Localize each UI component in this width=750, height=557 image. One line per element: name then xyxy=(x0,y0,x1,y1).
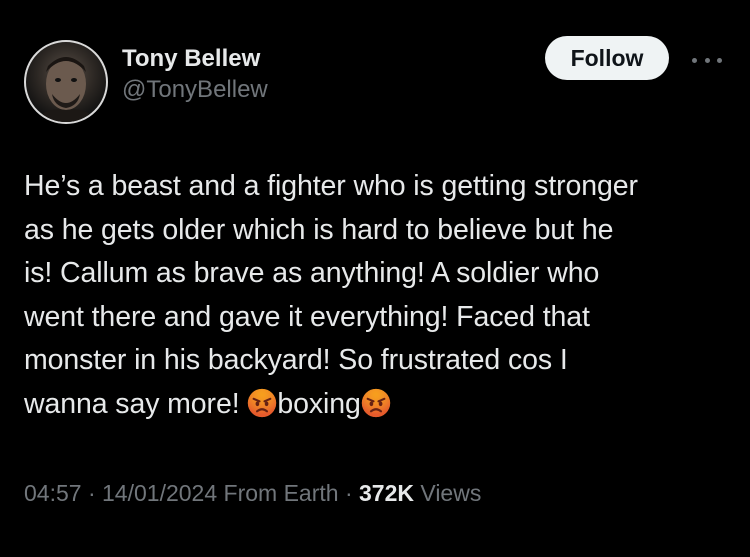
display-name[interactable]: Tony Bellew xyxy=(122,44,268,74)
tweet-date[interactable]: 14/01/2024 xyxy=(102,480,217,506)
tweet-source: From Earth xyxy=(217,480,339,506)
tweet-line: as he gets older which is hard to believ… xyxy=(24,213,614,246)
more-dot xyxy=(692,57,697,63)
more-horizontal-icon[interactable] xyxy=(692,50,722,70)
more-dot xyxy=(717,57,722,63)
meta-separator: · xyxy=(338,480,360,506)
tweet-line: He’s a beast and a fighter who is gettin… xyxy=(24,170,638,202)
tweet-line-text: wanna say more! xyxy=(24,387,248,420)
tweet-text: He’s a beast and a fighter who is gettin… xyxy=(24,165,734,426)
avatar[interactable] xyxy=(24,40,108,124)
tweet-line: wanna say more! boxing xyxy=(24,383,734,427)
meta-separator: · xyxy=(81,480,103,506)
more-dot xyxy=(704,57,710,63)
tweet-line: monster in his backyard! So frustrated c… xyxy=(24,344,568,376)
tweet-line-text: boxing xyxy=(277,387,361,420)
tweet-meta: 04:57 · 14/01/2024 From Earth · 372K Vie… xyxy=(24,478,481,508)
author-info: Tony Bellew @TonyBellew xyxy=(122,44,268,106)
tweet-line: is! Callum as brave as anything! A soldi… xyxy=(24,257,600,289)
views-count[interactable]: 372K xyxy=(359,480,414,506)
angry-face-icon xyxy=(248,388,277,417)
tweet-time[interactable]: 04:57 xyxy=(24,480,82,506)
tweet-line: went there and gave it everything! Faced… xyxy=(24,300,590,333)
avatar-portrait-icon xyxy=(34,57,98,122)
tweet-card: Tony Bellew @TonyBellew Follow He’s a be… xyxy=(0,0,750,557)
angry-face-icon xyxy=(361,388,390,417)
follow-button[interactable]: Follow xyxy=(545,36,669,80)
views-label[interactable]: Views xyxy=(414,480,481,506)
handle[interactable]: @TonyBellew xyxy=(122,74,268,106)
